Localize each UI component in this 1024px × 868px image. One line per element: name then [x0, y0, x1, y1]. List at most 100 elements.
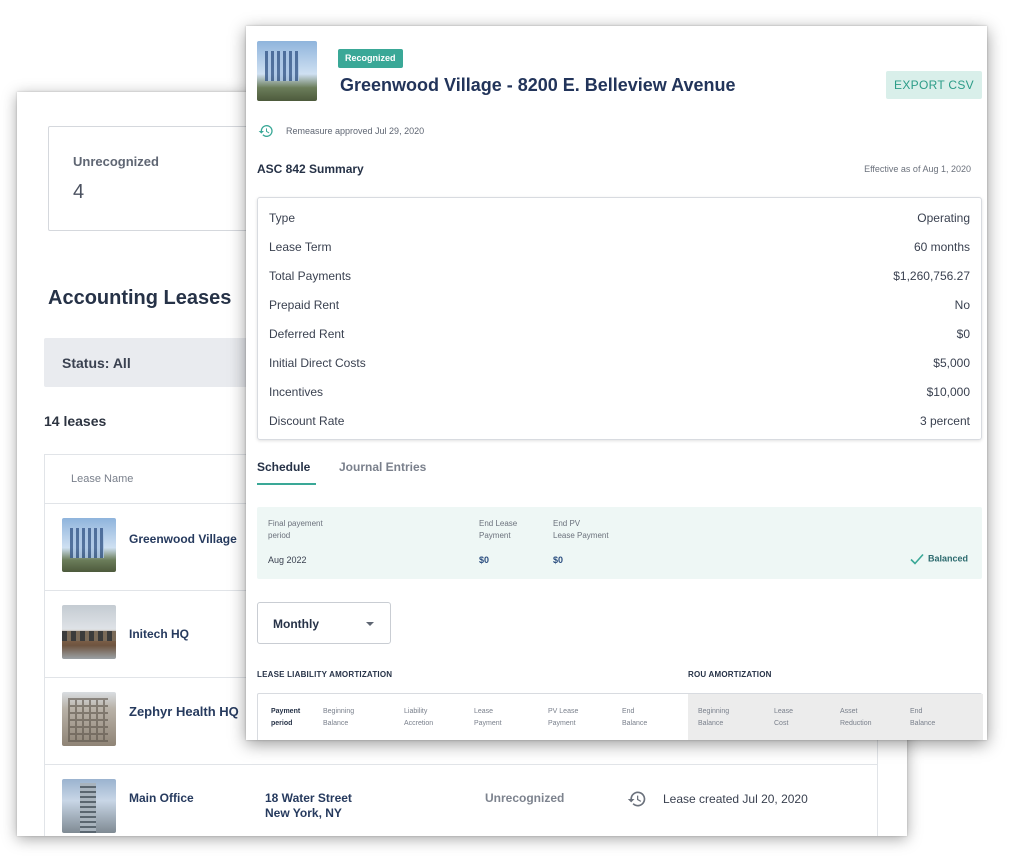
- lease-name[interactable]: Main Office: [129, 791, 239, 805]
- column-header-liability-accretion[interactable]: Liability Accretion: [404, 706, 433, 730]
- page-title: Accounting Leases: [48, 287, 232, 309]
- lease-detail-panel: Recognized Greenwood Village - 8200 E. B…: [246, 26, 987, 740]
- header-line: Payment: [479, 531, 511, 540]
- column-header-lease-cost[interactable]: Lease Cost: [774, 706, 793, 730]
- header-line: Payment: [474, 720, 502, 727]
- summary-row: Initial Direct Costs $5,000: [258, 348, 981, 377]
- period-select-value: Monthly: [273, 617, 319, 631]
- column-header-pv-lease-payment[interactable]: PV Lease Payment: [548, 706, 578, 730]
- stat-value: 4: [73, 181, 85, 203]
- summary-row: Lease Term 60 months: [258, 232, 981, 261]
- chevron-down-icon: [366, 622, 374, 626]
- column-header-payment-period[interactable]: Payment period: [271, 706, 300, 730]
- lease-title: Greenwood Village - 8200 E. Belleview Av…: [340, 75, 736, 95]
- history-icon: [627, 791, 646, 807]
- lease-address: 18 Water Street New York, NY: [265, 791, 352, 821]
- header-line: Balance: [323, 720, 349, 727]
- lease-photo: [257, 41, 317, 101]
- end-lease-payment-header: End Lease Payment: [479, 518, 517, 542]
- summary-row: Type Operating: [258, 203, 981, 232]
- export-csv-button[interactable]: EXPORT CSV: [886, 71, 982, 99]
- header-line: period: [271, 720, 293, 727]
- history-icon: [258, 125, 273, 137]
- header-line: period: [268, 531, 291, 540]
- summary-label: Deferred Rent: [269, 327, 345, 341]
- rou-amortization-title: ROU AMORTIZATION: [688, 670, 772, 679]
- header-line: End: [910, 708, 923, 715]
- summary-label: Total Payments: [269, 269, 352, 283]
- balanced-label: Balanced: [927, 553, 968, 564]
- column-header-rou-end-balance[interactable]: End Balance: [910, 706, 935, 730]
- summary-label: Type: [269, 211, 296, 225]
- header-line: Balance: [698, 720, 724, 727]
- header-line: Balance: [910, 720, 936, 727]
- header-line: End: [622, 708, 635, 715]
- final-period-value: Aug 2022: [268, 555, 307, 565]
- active-tab-indicator: [257, 483, 316, 485]
- summary-row: Incentives $10,000: [258, 377, 981, 406]
- header-line: Lease: [474, 708, 494, 715]
- summary-label: Initial Direct Costs: [269, 356, 366, 370]
- tab-schedule[interactable]: Schedule: [257, 460, 310, 474]
- summary-value: Operating: [917, 211, 970, 225]
- header-line: Payment: [271, 708, 301, 715]
- status-badge: Recognized: [338, 49, 403, 68]
- header-line: Reduction: [840, 720, 872, 727]
- period-select[interactable]: Monthly: [257, 602, 391, 644]
- header-line: PV Lease: [548, 708, 579, 715]
- check-icon: [910, 553, 924, 565]
- summary-value: $5,000: [933, 356, 970, 370]
- lease-thumbnail: [62, 779, 116, 833]
- column-header-rou-beginning-balance[interactable]: Beginning Balance: [698, 706, 729, 730]
- summary-label: Incentives: [269, 385, 324, 399]
- effective-date: Effective as of Aug 1, 2020: [864, 164, 971, 174]
- lease-status: Unrecognized: [485, 791, 565, 805]
- lease-thumbnail: [62, 518, 116, 572]
- history-text: Lease created Jul 20, 2020: [663, 792, 808, 806]
- column-header-lease-name[interactable]: Lease Name: [71, 473, 133, 485]
- header-line: Final payement: [268, 519, 323, 528]
- summary-title: ASC 842 Summary: [257, 162, 364, 176]
- table-row[interactable]: Main Office 18 Water Street New York, NY…: [45, 765, 877, 836]
- lease-liability-title: LEASE LIABILITY AMORTIZATION: [257, 670, 393, 679]
- summary-label: Lease Term: [269, 240, 332, 254]
- header-line: Payment: [548, 720, 576, 727]
- header-line: Balance: [622, 720, 648, 727]
- summary-row: Discount Rate 3 percent: [258, 406, 981, 435]
- lease-thumbnail: [62, 692, 116, 746]
- header-line: Asset: [840, 708, 858, 715]
- summary-value: No: [954, 298, 970, 312]
- header-line: Accretion: [404, 720, 434, 727]
- lease-name[interactable]: Zephyr Health HQ: [129, 705, 239, 719]
- detail-tabs: Schedule Journal Entries: [257, 456, 657, 486]
- summary-value: $10,000: [926, 385, 970, 399]
- summary-row: Prepaid Rent No: [258, 290, 981, 319]
- end-pv-header: End PV Lease Payment: [553, 518, 609, 542]
- summary-row: Total Payments $1,260,756.27: [258, 261, 981, 290]
- balance-summary: Final payement period Aug 2022 End Lease…: [257, 507, 982, 579]
- header-line: Lease: [774, 708, 794, 715]
- column-header-lease-payment[interactable]: Lease Payment: [474, 706, 502, 730]
- end-pv-value: $0: [553, 555, 564, 565]
- column-header-asset-reduction[interactable]: Asset Reduction: [840, 706, 872, 730]
- final-period-header: Final payement period: [268, 518, 323, 542]
- column-header-end-balance[interactable]: End Balance: [622, 706, 647, 730]
- summary-row: Deferred Rent $0: [258, 319, 981, 348]
- lease-name[interactable]: Greenwood Village: [129, 532, 239, 546]
- header-line: End Lease: [479, 519, 518, 528]
- summary-label: Discount Rate: [269, 414, 345, 428]
- address-line-2: New York, NY: [265, 806, 342, 820]
- lease-thumbnail: [62, 605, 116, 659]
- header-line: Liability: [404, 708, 428, 715]
- tab-journal-entries[interactable]: Journal Entries: [339, 460, 426, 474]
- summary-value: $0: [956, 327, 970, 341]
- summary-value: 3 percent: [919, 414, 970, 428]
- rou-columns-background: [688, 694, 983, 740]
- asc842-summary: Type Operating Lease Term 60 months Tota…: [257, 197, 982, 440]
- column-header-beginning-balance[interactable]: Beginning Balance: [323, 706, 354, 730]
- lease-name[interactable]: Initech HQ: [129, 627, 239, 641]
- end-lease-payment-value: $0: [479, 555, 490, 565]
- balanced-status: Balanced: [910, 553, 968, 565]
- header-line: Cost: [774, 720, 789, 727]
- summary-value: $1,260,756.27: [893, 269, 970, 283]
